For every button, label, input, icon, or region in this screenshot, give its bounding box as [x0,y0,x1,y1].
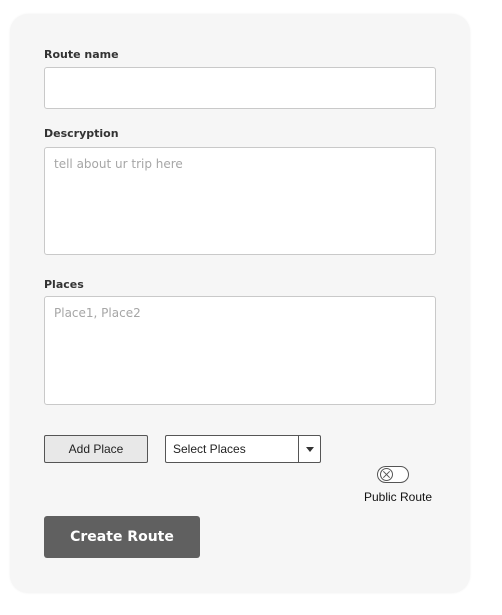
create-route-button[interactable]: Create Route [44,516,200,558]
select-places-dropdown[interactable]: Select Places [165,435,321,463]
description-label: Descryption [44,127,119,140]
add-place-button[interactable]: Add Place [44,435,148,463]
route-name-input[interactable] [44,67,436,109]
description-textarea[interactable] [44,147,436,255]
x-icon [380,468,393,481]
public-route-label: Public Route [363,490,433,504]
route-name-label: Route name [44,48,119,61]
select-places-value: Select Places [173,442,246,456]
places-textarea[interactable] [44,296,436,405]
places-label: Places [44,278,84,291]
public-route-toggle[interactable] [377,466,409,483]
chevron-down-icon[interactable] [298,436,320,462]
